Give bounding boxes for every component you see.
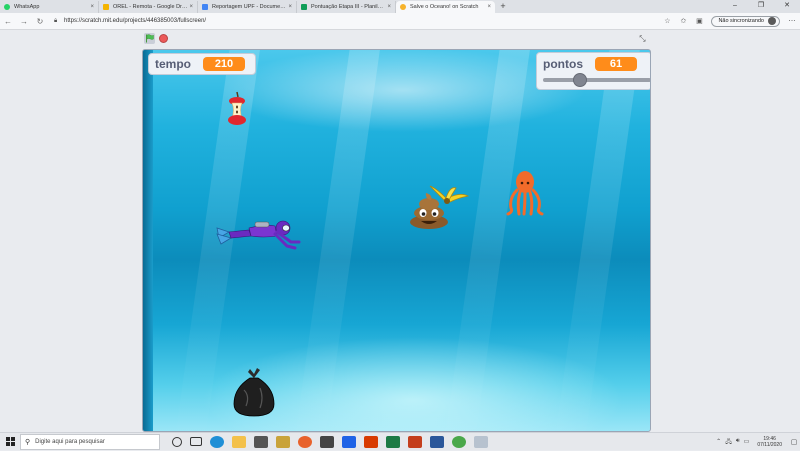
lock-icon[interactable]: 🔒︎ (54, 18, 64, 25)
navigation-bar: ← → ↻ 🔒︎ https://scratch.mit.edu/project… (0, 13, 800, 30)
profile-sync-button[interactable]: Não sincronizando (711, 15, 780, 27)
excel-icon[interactable] (386, 435, 400, 448)
tempo-value: 210 (203, 57, 245, 71)
file-explorer-icon[interactable] (232, 435, 246, 448)
tab-label: WhatsApp (14, 4, 40, 10)
poop-sprite[interactable] (409, 191, 449, 229)
window-controls: – ❐ ✕ (722, 0, 800, 12)
sync-label: Não sincronizando (718, 18, 764, 24)
tempo-monitor: tempo 210 (148, 53, 256, 75)
windows-taskbar: ⚲ Digite aqui para pesquisar ⌃ 🖧︎ 🔊︎ ▭ 1… (0, 432, 800, 450)
pontos-slider[interactable] (543, 73, 650, 87)
game-stage[interactable]: tempo 210 pontos 61 (142, 49, 651, 432)
firefox-icon[interactable] (298, 435, 312, 448)
url-text[interactable]: https://scratch.mit.edu/projects/4463850… (64, 18, 206, 24)
search-placeholder: Digite aqui para pesquisar (35, 438, 105, 445)
scratch-icon (400, 4, 406, 10)
task-view-icon[interactable] (190, 437, 202, 446)
dropbox-icon[interactable] (342, 435, 356, 448)
exit-fullscreen-icon[interactable]: ⤡ (637, 33, 648, 44)
tab-google-sheets[interactable]: Pontuação Etapa III - Planilhas G × (297, 1, 396, 13)
chevron-up-icon[interactable]: ⌃ (716, 438, 721, 445)
maximize-icon[interactable]: ❐ (748, 0, 774, 12)
stage-left-edge (143, 50, 153, 431)
tab-strip: WhatsApp × OREL - Remota - Google Drive … (0, 0, 800, 13)
green-flag-icon (146, 34, 154, 43)
taskbar-search[interactable]: ⚲ Digite aqui para pesquisar (20, 433, 160, 450)
store-icon[interactable] (254, 435, 268, 448)
octopus-sprite[interactable] (505, 170, 545, 216)
pontos-monitor: pontos 61 (536, 52, 650, 90)
green-flag-button[interactable] (144, 33, 155, 44)
more-menu-icon[interactable]: ⋯ (784, 17, 800, 25)
collections-icon[interactable]: ▣ (691, 17, 707, 25)
favorites-icon[interactable]: ✩ (675, 17, 691, 25)
system-tray: ⌃ 🖧︎ 🔊︎ ▭ 19:46 07/11/2020 ▢ (714, 433, 800, 451)
forward-icon[interactable]: → (16, 17, 32, 26)
search-icon: ⚲ (25, 438, 31, 446)
slider-track[interactable] (543, 78, 650, 82)
google-docs-icon (202, 4, 208, 10)
cortana-icon[interactable] (172, 436, 182, 447)
word-icon[interactable] (430, 435, 444, 448)
tab-scratch[interactable]: Salve o Oceano! on Scratch × (396, 1, 495, 13)
stop-button[interactable] (159, 34, 168, 43)
reload-icon[interactable]: ↻ (32, 17, 48, 26)
start-button[interactable] (0, 433, 20, 451)
tab-google-drive[interactable]: OREL - Remota - Google Drive × (99, 1, 198, 13)
light-ray (443, 50, 533, 431)
player-controls (0, 30, 800, 47)
minimize-icon[interactable]: – (722, 0, 748, 12)
pontos-label: pontos (543, 57, 583, 71)
edge-icon[interactable] (210, 435, 224, 448)
back-icon[interactable]: ← (0, 17, 16, 26)
tab-label: Pontuação Etapa III - Planilhas G (311, 4, 386, 10)
favorite-star-icon[interactable]: ☆ (659, 17, 675, 25)
light-ray (553, 50, 643, 431)
diver-sprite[interactable] (215, 218, 307, 250)
windows-logo-icon (5, 437, 15, 446)
whatsapp-icon (4, 4, 10, 10)
notifications-icon[interactable]: ▢ (788, 438, 800, 446)
close-tab-icon[interactable]: × (189, 4, 193, 10)
qlik-icon[interactable] (452, 435, 466, 448)
close-tab-icon[interactable]: × (487, 4, 491, 10)
powerpoint-icon[interactable] (408, 435, 422, 448)
network-icon[interactable]: 🖧︎ (725, 437, 732, 447)
toolbar-right: ☆ ✩ ▣ Não sincronizando ⋯ (659, 15, 800, 27)
slider-knob[interactable] (573, 73, 587, 87)
pontos-value: 61 (595, 57, 637, 71)
battery-icon[interactable]: ▭ (744, 438, 750, 445)
office-icon[interactable] (364, 435, 378, 448)
volume-icon[interactable]: 🔊︎ (736, 438, 740, 445)
tempo-label: tempo (155, 57, 191, 71)
tab-label: Salve o Oceano! on Scratch (410, 4, 479, 10)
avatar (768, 17, 776, 25)
close-tab-icon[interactable]: × (90, 4, 94, 10)
mail-icon[interactable] (276, 435, 290, 448)
paint-icon[interactable] (474, 435, 488, 448)
light-ray (293, 50, 383, 431)
garbage-bag-sprite[interactable] (230, 366, 278, 418)
apple-core-sprite[interactable] (226, 90, 248, 128)
system-clock[interactable]: 19:46 07/11/2020 (757, 436, 782, 448)
close-tab-icon[interactable]: × (288, 4, 292, 10)
close-tab-icon[interactable]: × (387, 4, 391, 10)
address-bar[interactable]: 🔒︎ https://scratch.mit.edu/projects/4463… (54, 15, 619, 27)
close-window-icon[interactable]: ✕ (774, 0, 800, 12)
clock-date: 07/11/2020 (757, 441, 782, 448)
tab-label: OREL - Remota - Google Drive (113, 4, 188, 10)
tab-whatsapp[interactable]: WhatsApp × (0, 1, 99, 13)
tab-google-docs[interactable]: Reportagem UPF - Documentos × (198, 1, 297, 13)
google-sheets-icon (301, 4, 307, 10)
new-tab-button[interactable]: + (497, 1, 509, 13)
app-icon[interactable] (320, 435, 334, 448)
google-drive-icon (103, 4, 109, 10)
tab-label: Reportagem UPF - Documentos (212, 4, 287, 10)
